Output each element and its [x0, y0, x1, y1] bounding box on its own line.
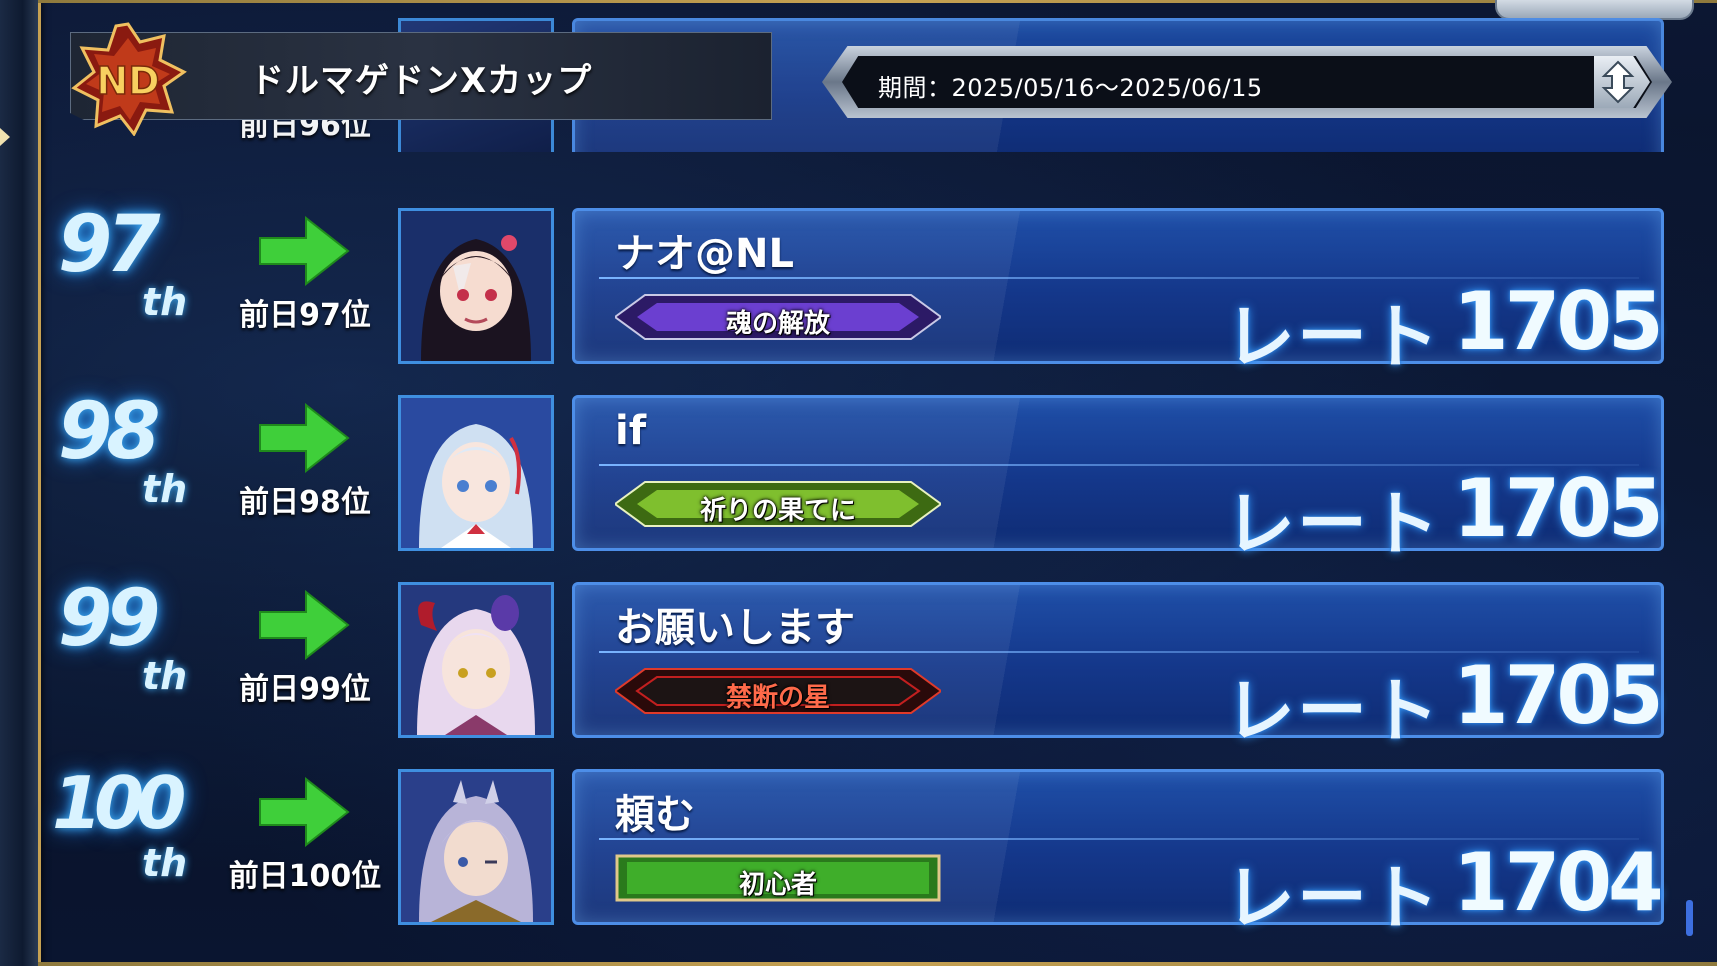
title-badge-label: 初心者: [738, 870, 817, 900]
rank-suffix: th: [142, 280, 188, 324]
ranking-row[interactable]: 100 th 前日100位 頼む 初心者 レート 1704: [0, 723, 1717, 939]
prev-rank-label: 前日100位: [228, 859, 382, 894]
rank-suffix: th: [142, 841, 188, 885]
player-avatar[interactable]: [398, 769, 554, 925]
player-avatar[interactable]: [398, 582, 554, 738]
player-avatar[interactable]: [398, 395, 554, 551]
rate-label: レート: [1225, 857, 1441, 939]
prev-rank-label: 前日97位: [239, 298, 371, 333]
character-portrait-icon: [401, 211, 551, 361]
rank-number: 100: [52, 761, 186, 845]
bottom-frame: [38, 962, 1717, 966]
character-portrait-icon: [401, 585, 551, 735]
ranking-row[interactable]: 97 th 前日97位 ナオ@NL 魂の解放 レート 1705: [0, 162, 1717, 378]
ranking-row[interactable]: 98 th 前日98位 if 祈りの果てに レート 1705: [0, 349, 1717, 565]
rank-number: 98: [58, 387, 161, 477]
player-card[interactable]: 頼む 初心者 レート 1704: [572, 769, 1664, 939]
prev-rank-label: 前日98位: [239, 485, 371, 520]
scrollbar-thumb[interactable]: [1686, 900, 1693, 936]
event-title: ドルマゲドンXカップ: [250, 61, 593, 101]
player-avatar[interactable]: [398, 208, 554, 364]
period-text: 期間：2025/05/16〜2025/06/15: [878, 74, 1263, 102]
rank-suffix: th: [142, 467, 188, 511]
rank-unchanged-arrow-icon: [259, 216, 350, 286]
character-portrait-icon: [401, 772, 551, 922]
rank-unchanged-arrow-icon: [259, 590, 350, 660]
player-name: 頼む: [615, 792, 695, 838]
player-card[interactable]: if 祈りの果てに レート 1705: [572, 395, 1664, 565]
rank-unchanged-arrow-icon: [259, 777, 350, 847]
player-name: if: [615, 408, 647, 454]
nd-emblem-logo: ND: [71, 22, 187, 136]
title-badge-label: 祈りの果てに: [699, 496, 856, 526]
svg-text:ND: ND: [96, 59, 159, 103]
player-name: お願いします: [615, 605, 855, 651]
rank-number: 99: [58, 574, 161, 664]
title-badge-label: 禁断の星: [725, 683, 830, 713]
player-card[interactable]: ナオ@NL 魂の解放 レート 1705: [572, 208, 1664, 378]
ranking-row[interactable]: 99 th 前日99位 お願いします 禁断の星 レート 1705: [0, 536, 1717, 752]
player-card[interactable]: お願いします 禁断の星 レート 1705: [572, 582, 1664, 752]
rank-suffix: th: [142, 654, 188, 698]
character-portrait-icon: [401, 398, 551, 548]
rate-value: 1704: [1453, 836, 1664, 929]
ranking-screen: 前日96位 97 th 前日97位 ナオ@NL 魂の解放 レート 1705 98…: [0, 0, 1717, 966]
rank-unchanged-arrow-icon: [259, 403, 350, 473]
player-name: ナオ@NL: [615, 231, 794, 277]
title-badge-label: 魂の解放: [725, 309, 830, 339]
rank-number: 97: [58, 200, 161, 290]
prev-rank-label: 前日99位: [239, 672, 371, 707]
